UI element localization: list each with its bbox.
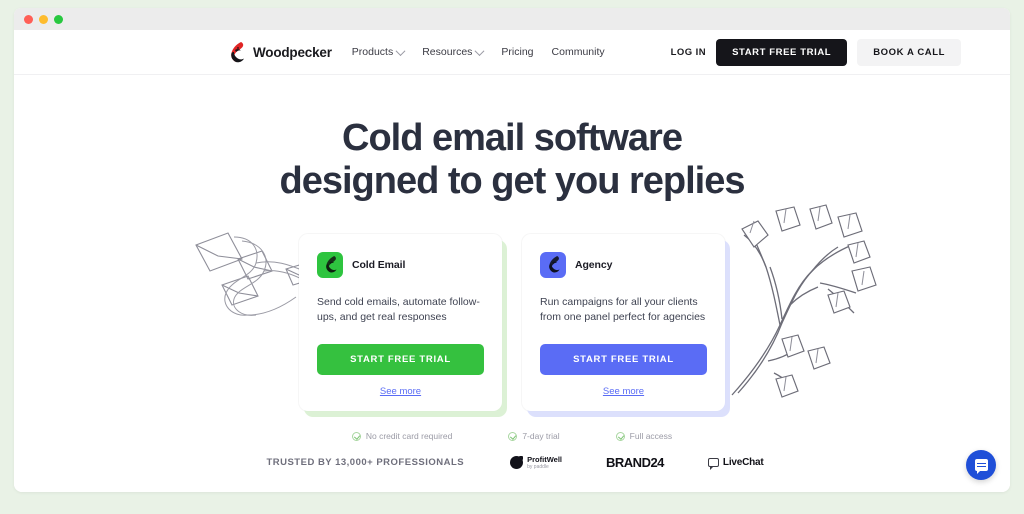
woodpecker-bird-icon [231,41,244,62]
brand-logo[interactable]: Woodpecker [226,41,332,64]
nav-item-products[interactable]: Products [351,45,406,58]
woodpecker-bird-icon [548,256,560,273]
profitwell-subtitle: by paddle [527,463,549,470]
nav-item-pricing[interactable]: Pricing [501,46,533,58]
card-cold-email: Cold Email Send cold emails, automate fo… [299,233,502,412]
chevron-down-icon [474,45,485,56]
card-cold-email-header: Cold Email [317,251,484,278]
close-window-button[interactable] [24,14,33,24]
card-agency-see-more-link[interactable]: See more [540,386,707,397]
chat-bubble-icon [707,458,719,471]
profitwell-name: ProfitWell [527,454,563,464]
site-header: Woodpecker Products Resources Pricing Co… [14,30,1010,75]
livechat-name: LiveChat [722,457,764,469]
social-proof-row: TRUSTED BY 13,000+ PROFESSIONALS ProfitW… [14,455,1010,471]
perk-label: Full access [629,431,673,442]
perk-no-credit-card: No credit card required [351,431,453,442]
book-a-call-button[interactable]: BOOK A CALL [857,38,962,66]
perk-label: No credit card required [365,431,453,442]
card-agency-icon-tile [540,251,566,278]
headline-line-2: designed to get you replies [279,160,746,203]
brand-name: Woodpecker [253,44,332,60]
zoom-window-button[interactable] [54,14,63,24]
card-agency-cta-button[interactable]: START FREE TRIAL [540,344,707,376]
card-cold-email-title: Cold Email [352,258,406,271]
card-agency-header: Agency [540,251,707,278]
nav-item-resources[interactable]: Resources [422,45,485,58]
nav-item-products-label: Products [351,46,394,58]
profitwell-mark-icon [510,456,524,470]
browser-window: Woodpecker Products Resources Pricing Co… [14,8,1010,492]
start-free-trial-header-button[interactable]: START FREE TRIAL [716,38,848,66]
chevron-down-icon [395,45,406,56]
customer-logos: ProfitWell by paddle BRAND24 LiveChat [510,455,764,471]
logo-brand24: BRAND24 [606,455,664,471]
logo-profitwell: ProfitWell by paddle [510,456,562,470]
plan-cards: Cold Email Send cold emails, automate fo… [14,233,1010,412]
card-cold-email-cta-button[interactable]: START FREE TRIAL [317,344,484,376]
card-cold-email-see-more-link[interactable]: See more [317,386,484,397]
page-content: Woodpecker Products Resources Pricing Co… [14,30,1010,492]
perks-row: No credit card required 7-day trial Full… [14,431,1010,441]
chat-bubble-icon [974,459,988,474]
login-link[interactable]: LOG IN [671,47,706,58]
nav-item-community[interactable]: Community [552,46,605,58]
card-agency-title: Agency [575,258,613,271]
nav-item-resources-label: Resources [422,46,473,58]
trusted-by-label: TRUSTED BY 13,000+ PROFESSIONALS [266,457,465,469]
minimize-window-button[interactable] [39,14,48,24]
header-actions: LOG IN START FREE TRIAL BOOK A CALL [671,38,962,66]
check-circle-icon [351,431,361,441]
headline-line-1: Cold email software [342,117,683,159]
browser-chrome-bar [14,8,1010,30]
primary-navigation: Products Resources Pricing Community [351,45,605,58]
card-agency: Agency Run campaigns for all your client… [522,233,725,412]
woodpecker-bird-icon [325,256,337,273]
perk-full-access: Full access [615,431,673,442]
messenger-launcher-button[interactable] [966,450,996,480]
check-circle-icon [508,431,518,441]
perk-label: 7-day trial [522,431,560,442]
card-cold-email-description: Send cold emails, automate follow-ups, a… [317,295,480,324]
hero-section: Cold email software designed to get you … [14,75,1010,471]
perk-trial-length: 7-day trial [508,431,560,442]
card-cold-email-icon-tile [317,251,343,278]
check-circle-icon [615,431,625,441]
card-agency-description: Run campaigns for all your clients from … [540,295,706,324]
page-title: Cold email software designed to get you … [14,117,1010,204]
logo-livechat: LiveChat [707,457,764,471]
